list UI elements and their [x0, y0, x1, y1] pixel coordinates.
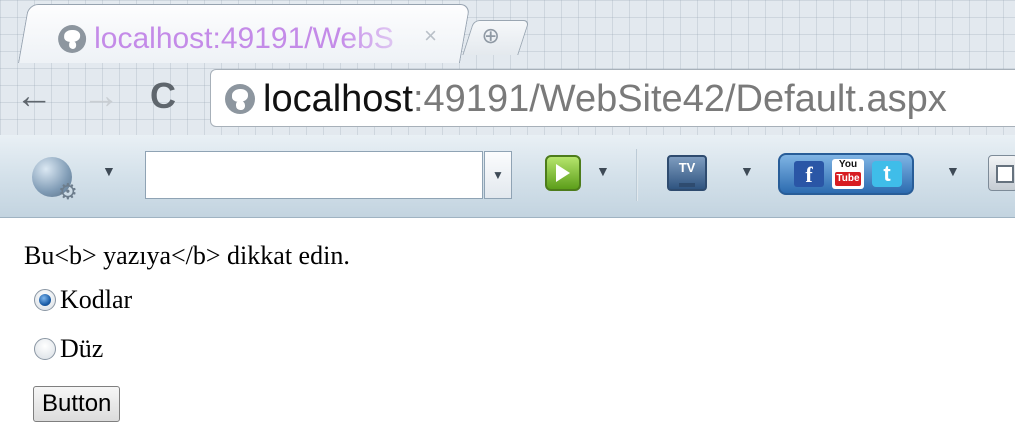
- radio-button-checked[interactable]: [34, 289, 56, 311]
- radio-label: Düz: [60, 334, 104, 363]
- url-host: localhost: [263, 78, 413, 120]
- new-tab-button[interactable]: ⊕: [462, 20, 530, 55]
- url-path: :49191/WebSite42/Default.aspx: [412, 78, 947, 120]
- social-buttons[interactable]: f You Tube t: [778, 153, 914, 195]
- message-text: Bu<b> yazıya</b> dikkat edin.: [24, 241, 350, 270]
- address-bar[interactable]: localhost:49191/WebSite42/Default.aspx: [210, 69, 1015, 127]
- facebook-icon[interactable]: f: [794, 161, 824, 187]
- reload-icon[interactable]: C: [150, 76, 176, 116]
- toolbar-separator: [636, 149, 638, 201]
- youtube-icon-top-text: You: [838, 159, 858, 170]
- forward-arrow-icon[interactable]: →: [82, 76, 120, 116]
- chevron-down-icon[interactable]: ▼: [740, 163, 754, 179]
- tab-close-icon[interactable]: ×: [424, 23, 437, 49]
- go-arrow-icon[interactable]: [545, 155, 581, 191]
- tv-icon[interactable]: TV: [667, 155, 707, 191]
- browser-tab-inner: localhost:49191/WebS ×: [24, 5, 464, 63]
- twitter-icon[interactable]: t: [872, 161, 902, 187]
- radio-option-duz[interactable]: Düz: [34, 334, 103, 364]
- youtube-icon-bottom-text: Tube: [835, 172, 861, 186]
- chevron-down-icon[interactable]: ▼: [102, 163, 116, 179]
- globe-icon: [58, 25, 87, 53]
- url-text[interactable]: localhost:49191/WebSite42/Default.aspx: [263, 78, 947, 120]
- toolbar-search-input[interactable]: [145, 151, 483, 199]
- submit-button[interactable]: Button: [33, 386, 121, 422]
- gear-icon: ⚙: [58, 179, 78, 204]
- globe-icon: [225, 84, 255, 114]
- browser-chrome: localhost:49191/WebS × ⊕ ← → C localhost…: [0, 0, 1015, 135]
- youtube-icon[interactable]: You Tube: [832, 159, 864, 189]
- search-dropdown-button[interactable]: ▼: [484, 151, 512, 199]
- back-arrow-icon[interactable]: ←: [15, 76, 53, 116]
- extension-toolbar: ⚙ ▼ ▼ ▼ TV ▼ f You Tube t ▼: [0, 135, 1015, 218]
- radio-button-unchecked[interactable]: [34, 338, 56, 360]
- navigation-toolbar: ← → C localhost:49191/WebSite42/Default.…: [0, 62, 1015, 135]
- radio-option-kodlar[interactable]: Kodlar: [34, 285, 132, 315]
- page-content: Bu<b> yazıya</b> dikkat edin. Kodlar Düz…: [0, 218, 1015, 423]
- chevron-down-icon[interactable]: ▼: [946, 163, 960, 179]
- radio-label: Kodlar: [60, 285, 133, 314]
- browser-tab[interactable]: localhost:49191/WebS ×: [18, 4, 471, 63]
- chevron-down-icon[interactable]: ▼: [596, 163, 610, 179]
- page-icon[interactable]: [988, 155, 1015, 191]
- tab-title: localhost:49191/WebS: [94, 22, 394, 55]
- plus-icon: ⊕: [481, 23, 500, 48]
